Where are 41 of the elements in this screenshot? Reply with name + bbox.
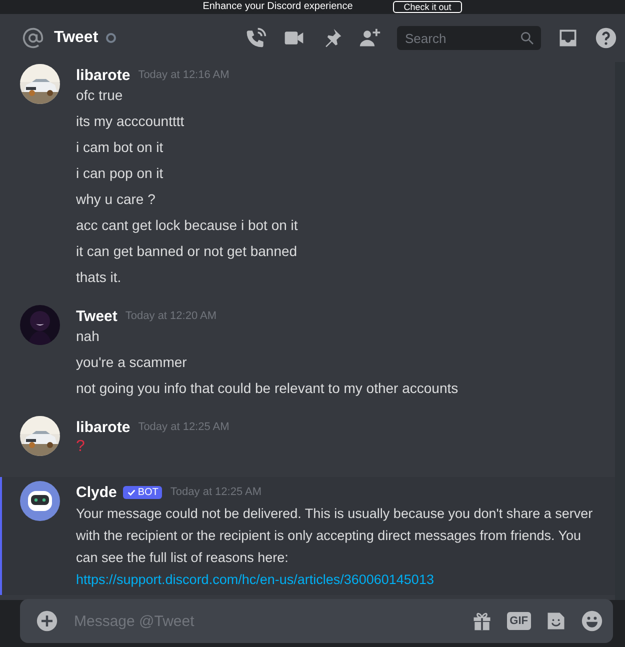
message-text: acc cant get lock because i bot on it [76,216,298,235]
message-text: ofc true [76,86,123,105]
question-emoji: ? [76,437,85,457]
add-friend-icon[interactable] [359,27,381,49]
username[interactable]: Tweet [76,308,118,324]
scrollbar[interactable] [615,62,625,600]
username[interactable]: Clyde [76,484,117,500]
timestamp: Today at 12:25 AM [170,486,262,498]
message-text: it can get banned or not get banned [76,242,298,261]
inbox-icon[interactable] [557,27,579,49]
search-input[interactable]: Search [403,30,519,46]
checkmark-icon [126,488,136,496]
timestamp: Today at 12:25 AM [138,421,230,433]
message-text: you're a scammer [76,353,187,372]
check-it-out-button[interactable]: Check it out [392,1,462,13]
message-text: its my acccountttt [76,112,184,131]
support-link[interactable]: https://support.discord.com/hc/en-us/articles/360060145013 [76,569,434,591]
timestamp: Today at 12:16 AM [138,69,230,81]
username[interactable]: libarote [76,418,130,436]
at-sign-icon [22,27,44,49]
message-text: why u care ? [76,190,156,209]
search-field[interactable]: Search [397,26,541,50]
channel-name: Tweet [54,29,98,47]
message-text: i can pop on it [76,164,164,183]
search-icon [519,30,535,46]
message-text: Your message could not be delivered. This is usually because you don't share a server with the recipient or the recipient is only accepting direct messages from friends. You can see the full list of reasons here: [76,505,594,567]
phone-call-icon[interactable] [245,27,267,49]
timestamp: Today at 12:20 AM [125,310,217,322]
banner-text: Enhance your Discord experience [202,1,353,13]
message-text: nah [76,327,100,346]
add-attachment-icon[interactable] [36,610,58,632]
robot-avatar-icon [20,481,60,521]
message-text: not going you info that could be relevant to my other accounts [76,379,458,398]
gif-button[interactable]: GIF [506,612,531,630]
username[interactable]: libarote [76,66,130,84]
sticker-icon[interactable] [545,610,567,632]
help-icon[interactable] [595,27,617,49]
message-text: i cam bot on it [76,138,164,157]
emoji-icon[interactable] [581,610,603,632]
bot-tag-text: BOT [138,486,158,498]
message-text: thats it. [76,268,122,287]
